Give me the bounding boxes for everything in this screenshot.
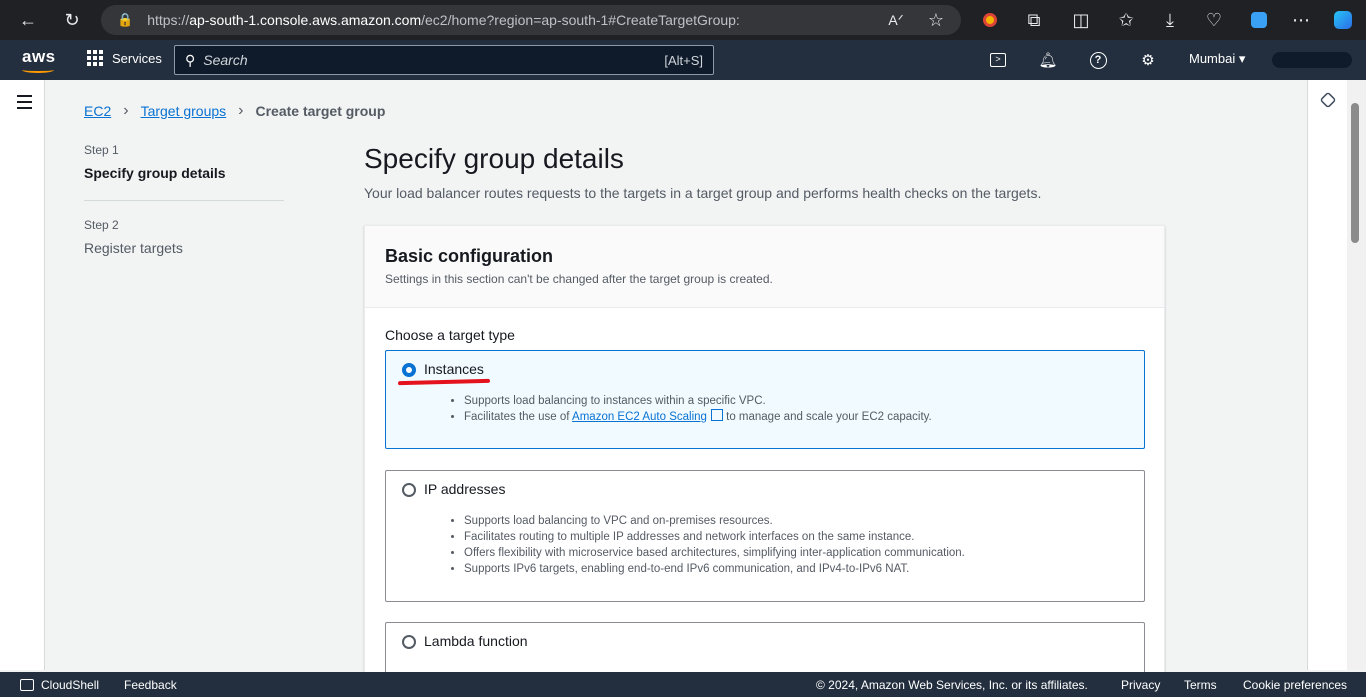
grid-icon (87, 50, 103, 66)
aws-logo-smile (22, 67, 54, 73)
tools-rail (1307, 80, 1347, 670)
url-prefix: https:// (147, 12, 190, 28)
list-item: Supports IPv6 targets, enabling end-to-e… (464, 561, 965, 577)
ip-addresses-radio[interactable] (402, 483, 416, 497)
instances-bullets: Supports load balancing to instances wit… (464, 393, 932, 425)
lambda-radio[interactable] (402, 635, 416, 649)
aws-top-nav: aws Services ⚲ Search [Alt+S] > 🔔︎ ? ⚙ M… (0, 40, 1366, 80)
chevron-right-icon: › (123, 102, 129, 119)
ip-bullets: Supports load balancing to VPC and on-pr… (464, 513, 965, 577)
notifications-bell-icon[interactable]: 🔔︎ (1038, 50, 1058, 70)
extension-icon[interactable] (976, 6, 1004, 34)
panel-subtitle: Settings in this section can't be change… (385, 272, 773, 286)
url-host: ap-south-1.console.aws.amazon.com (189, 12, 422, 28)
menu-hamburger-icon[interactable] (17, 95, 32, 113)
breadcrumb-ec2-link[interactable]: EC2 (84, 103, 111, 119)
edge-collections-icon[interactable] (1245, 6, 1273, 34)
ip-addresses-label: IP addresses (424, 481, 506, 497)
external-link-icon (710, 409, 723, 421)
terms-link[interactable]: Terms (1184, 678, 1217, 692)
list-item: Offers flexibility with microservice bas… (464, 545, 965, 561)
instances-label: Instances (424, 361, 484, 377)
downloads-icon[interactable]: ⤓ (1156, 6, 1184, 34)
console-footer: CloudShell Feedback © 2024, Amazon Web S… (0, 672, 1366, 697)
services-label: Services (112, 50, 162, 66)
page-title: Specify group details (364, 143, 624, 174)
help-icon[interactable]: ? (1088, 50, 1108, 70)
breadcrumb-current: Create target group (255, 103, 386, 119)
breadcrumb: EC2 › Target groups › Create target grou… (84, 102, 385, 120)
annotation-underline (397, 378, 491, 386)
address-bar[interactable]: 🔒 https://ap-south-1.console.aws.amazon.… (101, 5, 961, 35)
cloudshell-icon (20, 679, 34, 691)
breadcrumb-target-groups-link[interactable]: Target groups (141, 103, 227, 119)
cookie-preferences-link[interactable]: Cookie preferences (1243, 678, 1347, 692)
search-shortcut: [Alt+S] (664, 52, 703, 68)
bullet-text: to manage and scale your EC2 capacity. (722, 411, 932, 423)
copilot-icon[interactable] (1329, 6, 1357, 34)
target-type-ip-tile[interactable]: IP addresses Supports load balancing to … (385, 470, 1145, 602)
info-panel-icon[interactable] (1319, 91, 1337, 109)
region-selector[interactable]: Mumbai ▾ (1189, 51, 1245, 67)
lock-icon: 🔒 (117, 12, 134, 27)
list-item: Facilitates routing to multiple IP addre… (464, 529, 965, 545)
split-screen-icon[interactable]: ◫ (1067, 6, 1095, 34)
scrollbar-thumb[interactable] (1351, 103, 1359, 243)
browser-essentials-icon[interactable]: ♡ (1200, 6, 1228, 34)
step-2-title: Register targets (84, 240, 183, 256)
target-type-instances-tile[interactable]: Instances Supports load balancing to ins… (385, 350, 1145, 449)
chevron-right-icon: › (238, 102, 244, 119)
favorite-star-icon[interactable]: ☆ (922, 6, 950, 34)
browser-toolbar: ← ↻ 🔒 https://ap-south-1.console.aws.ama… (0, 0, 1366, 40)
step-1-label: Step 1 (84, 143, 119, 157)
cloudshell-link[interactable]: CloudShell (41, 678, 99, 692)
read-aloud-icon[interactable]: Aᐟ (882, 6, 910, 34)
bullet-text: Facilitates the use of (464, 411, 573, 423)
back-arrow-icon[interactable]: ← (14, 6, 42, 34)
settings-gear-icon[interactable]: ⚙ (1138, 50, 1158, 70)
aws-logo[interactable]: aws (22, 47, 56, 67)
ec2-auto-scaling-link[interactable]: Amazon EC2 Auto Scaling (572, 411, 707, 423)
page-description: Your load balancer routes requests to th… (364, 185, 1042, 201)
step-divider (84, 200, 284, 201)
step-2-label: Step 2 (84, 218, 119, 232)
search-icon: ⚲ (185, 51, 196, 68)
url-path: /ec2/home?region=ap-south-1#CreateTarget… (421, 12, 740, 28)
panel-title: Basic configuration (385, 246, 554, 266)
list-item: Supports load balancing to VPC and on-pr… (464, 513, 965, 529)
panel-header: Basic configuration Settings in this sec… (365, 226, 1164, 308)
step-1-title[interactable]: Specify group details (84, 165, 226, 181)
basic-configuration-panel: Basic configuration Settings in this sec… (364, 225, 1165, 697)
list-item: Supports load balancing to instances wit… (464, 393, 932, 409)
lambda-label: Lambda function (424, 633, 528, 649)
target-type-label: Choose a target type (385, 327, 515, 343)
account-menu[interactable] (1272, 52, 1352, 68)
favorites-icon[interactable]: ✩ (1112, 6, 1140, 34)
cloudshell-icon[interactable]: > (988, 50, 1008, 70)
services-menu-button[interactable]: Services (87, 50, 162, 66)
copyright-text: © 2024, Amazon Web Services, Inc. or its… (816, 678, 1088, 692)
privacy-link[interactable]: Privacy (1121, 678, 1160, 692)
search-placeholder: Search (203, 52, 248, 68)
more-menu-icon[interactable]: ⋯ (1287, 6, 1315, 34)
extensions-puzzle-icon[interactable]: ⧉ (1020, 6, 1048, 34)
instances-radio[interactable] (402, 363, 416, 377)
feedback-link[interactable]: Feedback (124, 678, 177, 692)
reload-icon[interactable]: ↻ (58, 6, 86, 34)
side-nav-rail (0, 80, 45, 670)
list-item: Facilitates the use of Amazon EC2 Auto S… (464, 409, 932, 425)
search-input[interactable]: ⚲ Search [Alt+S] (174, 45, 714, 75)
